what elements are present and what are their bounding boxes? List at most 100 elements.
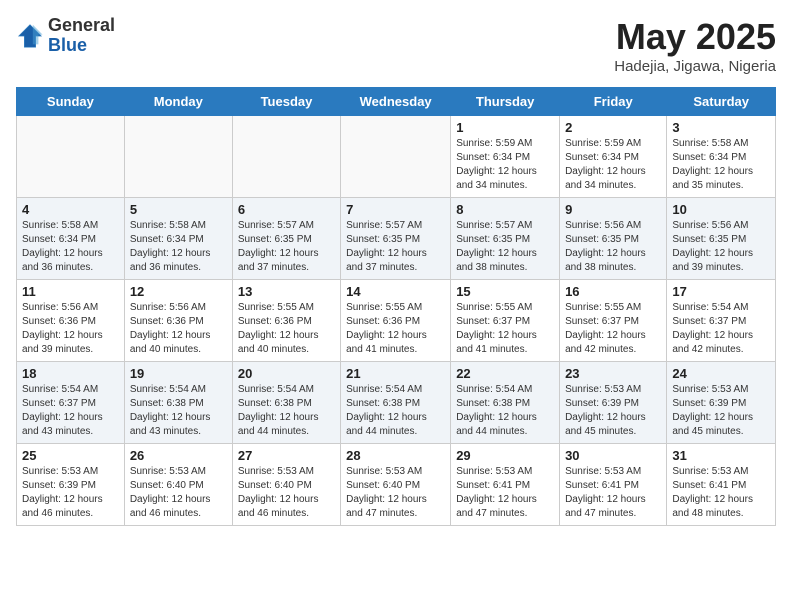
calendar-week-row: 18 Sunrise: 5:54 AM Sunset: 6:37 PM Dayli… bbox=[17, 362, 776, 444]
day-number: 18 bbox=[22, 366, 119, 381]
day-header-saturday: Saturday bbox=[667, 88, 776, 116]
day-number: 26 bbox=[130, 448, 227, 463]
day-header-thursday: Thursday bbox=[451, 88, 560, 116]
calendar-day-cell bbox=[124, 116, 232, 198]
calendar-day-cell: 13 Sunrise: 5:55 AM Sunset: 6:36 PM Dayli… bbox=[232, 280, 340, 362]
day-header-friday: Friday bbox=[560, 88, 667, 116]
logo: General Blue bbox=[16, 16, 115, 56]
day-number: 11 bbox=[22, 284, 119, 299]
day-number: 4 bbox=[22, 202, 119, 217]
day-number: 13 bbox=[238, 284, 335, 299]
day-number: 22 bbox=[456, 366, 554, 381]
calendar-day-cell: 17 Sunrise: 5:54 AM Sunset: 6:37 PM Dayli… bbox=[667, 280, 776, 362]
calendar-day-cell: 25 Sunrise: 5:53 AM Sunset: 6:39 PM Dayli… bbox=[17, 444, 125, 526]
day-info: Sunrise: 5:57 AM Sunset: 6:35 PM Dayligh… bbox=[346, 219, 445, 275]
calendar-day-cell: 19Sunrise: 5:54 AM Sunset: 6:38 PM Dayli… bbox=[124, 362, 232, 444]
page-header: General Blue May 2025 Hadejia, Jigawa, N… bbox=[16, 16, 776, 75]
day-info: Sunrise: 5:55 AM Sunset: 6:37 PM Dayligh… bbox=[565, 301, 661, 357]
day-number: 29 bbox=[456, 448, 554, 463]
day-info: Sunrise: 5:54 AM Sunset: 6:38 PM Dayligh… bbox=[346, 383, 445, 439]
calendar-day-cell: 30 Sunrise: 5:53 AM Sunset: 6:41 PM Dayli… bbox=[560, 444, 667, 526]
calendar-day-cell: 8 Sunrise: 5:57 AM Sunset: 6:35 PM Daylig… bbox=[451, 198, 560, 280]
day-number: 7 bbox=[346, 202, 445, 217]
logo-text: General Blue bbox=[48, 16, 115, 56]
calendar-day-cell: 4Sunrise: 5:58 AM Sunset: 6:34 PM Daylig… bbox=[17, 198, 125, 280]
logo-icon bbox=[16, 22, 44, 50]
day-number: 14 bbox=[346, 284, 445, 299]
calendar-day-cell: 18 Sunrise: 5:54 AM Sunset: 6:37 PM Dayli… bbox=[17, 362, 125, 444]
logo-blue: Blue bbox=[48, 36, 115, 56]
calendar-day-cell: 20Sunrise: 5:54 AM Sunset: 6:38 PM Dayli… bbox=[232, 362, 340, 444]
day-info: Sunrise: 5:57 AM Sunset: 6:35 PM Dayligh… bbox=[456, 219, 554, 275]
calendar-day-cell: 10 Sunrise: 5:56 AM Sunset: 6:35 PM Dayli… bbox=[667, 198, 776, 280]
calendar-day-cell: 24 Sunrise: 5:53 AM Sunset: 6:39 PM Dayli… bbox=[667, 362, 776, 444]
day-info: Sunrise: 5:54 AM Sunset: 6:38 PM Dayligh… bbox=[130, 383, 227, 439]
day-number: 25 bbox=[22, 448, 119, 463]
day-header-tuesday: Tuesday bbox=[232, 88, 340, 116]
calendar-day-cell: 9 Sunrise: 5:56 AM Sunset: 6:35 PM Daylig… bbox=[560, 198, 667, 280]
day-info: Sunrise: 5:55 AM Sunset: 6:37 PM Dayligh… bbox=[456, 301, 554, 357]
day-info: Sunrise: 5:55 AM Sunset: 6:36 PM Dayligh… bbox=[238, 301, 335, 357]
day-info: Sunrise: 5:54 AM Sunset: 6:37 PM Dayligh… bbox=[672, 301, 770, 357]
calendar-day-cell: 2 Sunrise: 5:59 AM Sunset: 6:34 PM Daylig… bbox=[560, 116, 667, 198]
day-info: Sunrise: 5:58 AM Sunset: 6:34 PM Dayligh… bbox=[130, 219, 227, 275]
day-number: 3 bbox=[672, 120, 770, 135]
day-header-monday: Monday bbox=[124, 88, 232, 116]
day-number: 31 bbox=[672, 448, 770, 463]
calendar-day-cell: 21Sunrise: 5:54 AM Sunset: 6:38 PM Dayli… bbox=[341, 362, 451, 444]
day-info: Sunrise: 5:53 AM Sunset: 6:39 PM Dayligh… bbox=[565, 383, 661, 439]
calendar-day-cell: 28 Sunrise: 5:53 AM Sunset: 6:40 PM Dayli… bbox=[341, 444, 451, 526]
day-info: Sunrise: 5:56 AM Sunset: 6:35 PM Dayligh… bbox=[672, 219, 770, 275]
day-info: Sunrise: 5:56 AM Sunset: 6:35 PM Dayligh… bbox=[565, 219, 661, 275]
calendar-day-cell: 15Sunrise: 5:55 AM Sunset: 6:37 PM Dayli… bbox=[451, 280, 560, 362]
title-block: May 2025 Hadejia, Jigawa, Nigeria bbox=[614, 16, 776, 75]
day-number: 24 bbox=[672, 366, 770, 381]
day-number: 5 bbox=[130, 202, 227, 217]
calendar-day-cell: 7 Sunrise: 5:57 AM Sunset: 6:35 PM Daylig… bbox=[341, 198, 451, 280]
day-info: Sunrise: 5:54 AM Sunset: 6:37 PM Dayligh… bbox=[22, 383, 119, 439]
day-number: 30 bbox=[565, 448, 661, 463]
day-info: Sunrise: 5:53 AM Sunset: 6:39 PM Dayligh… bbox=[22, 465, 119, 521]
day-info: Sunrise: 5:57 AM Sunset: 6:35 PM Dayligh… bbox=[238, 219, 335, 275]
calendar-day-cell: 14 Sunrise: 5:55 AM Sunset: 6:36 PM Dayli… bbox=[341, 280, 451, 362]
day-info: Sunrise: 5:59 AM Sunset: 6:34 PM Dayligh… bbox=[565, 137, 661, 193]
calendar-week-row: 11 Sunrise: 5:56 AM Sunset: 6:36 PM Dayli… bbox=[17, 280, 776, 362]
day-info: Sunrise: 5:53 AM Sunset: 6:40 PM Dayligh… bbox=[238, 465, 335, 521]
calendar-day-cell: 27 Sunrise: 5:53 AM Sunset: 6:40 PM Dayli… bbox=[232, 444, 340, 526]
day-info: Sunrise: 5:53 AM Sunset: 6:41 PM Dayligh… bbox=[456, 465, 554, 521]
calendar-day-cell: 11Sunrise: 5:56 AM Sunset: 6:36 PM Dayli… bbox=[17, 280, 125, 362]
day-number: 9 bbox=[565, 202, 661, 217]
day-number: 16 bbox=[565, 284, 661, 299]
day-info: Sunrise: 5:54 AM Sunset: 6:38 PM Dayligh… bbox=[238, 383, 335, 439]
logo-general: General bbox=[48, 16, 115, 36]
calendar-day-cell: 26 Sunrise: 5:53 AM Sunset: 6:40 PM Dayli… bbox=[124, 444, 232, 526]
day-number: 10 bbox=[672, 202, 770, 217]
calendar-day-cell: 23 Sunrise: 5:53 AM Sunset: 6:39 PM Dayli… bbox=[560, 362, 667, 444]
day-number: 8 bbox=[456, 202, 554, 217]
day-info: Sunrise: 5:54 AM Sunset: 6:38 PM Dayligh… bbox=[456, 383, 554, 439]
day-number: 1 bbox=[456, 120, 554, 135]
day-info: Sunrise: 5:59 AM Sunset: 6:34 PM Dayligh… bbox=[456, 137, 554, 193]
calendar-week-row: 25 Sunrise: 5:53 AM Sunset: 6:39 PM Dayli… bbox=[17, 444, 776, 526]
calendar-day-cell: 1 Sunrise: 5:59 AM Sunset: 6:34 PM Daylig… bbox=[451, 116, 560, 198]
calendar-day-cell bbox=[341, 116, 451, 198]
day-info: Sunrise: 5:53 AM Sunset: 6:40 PM Dayligh… bbox=[130, 465, 227, 521]
day-info: Sunrise: 5:53 AM Sunset: 6:40 PM Dayligh… bbox=[346, 465, 445, 521]
day-number: 17 bbox=[672, 284, 770, 299]
day-number: 23 bbox=[565, 366, 661, 381]
day-info: Sunrise: 5:53 AM Sunset: 6:39 PM Dayligh… bbox=[672, 383, 770, 439]
calendar-day-cell bbox=[17, 116, 125, 198]
calendar-day-cell: 31Sunrise: 5:53 AM Sunset: 6:41 PM Dayli… bbox=[667, 444, 776, 526]
calendar-header-row: SundayMondayTuesdayWednesdayThursdayFrid… bbox=[17, 88, 776, 116]
day-number: 2 bbox=[565, 120, 661, 135]
calendar-day-cell: 6Sunrise: 5:57 AM Sunset: 6:35 PM Daylig… bbox=[232, 198, 340, 280]
calendar-day-cell: 22 Sunrise: 5:54 AM Sunset: 6:38 PM Dayli… bbox=[451, 362, 560, 444]
calendar-week-row: 1 Sunrise: 5:59 AM Sunset: 6:34 PM Daylig… bbox=[17, 116, 776, 198]
calendar-table: SundayMondayTuesdayWednesdayThursdayFrid… bbox=[16, 87, 776, 526]
day-number: 28 bbox=[346, 448, 445, 463]
day-info: Sunrise: 5:56 AM Sunset: 6:36 PM Dayligh… bbox=[130, 301, 227, 357]
month-year: May 2025 bbox=[614, 16, 776, 58]
day-info: Sunrise: 5:55 AM Sunset: 6:36 PM Dayligh… bbox=[346, 301, 445, 357]
day-info: Sunrise: 5:53 AM Sunset: 6:41 PM Dayligh… bbox=[565, 465, 661, 521]
day-number: 27 bbox=[238, 448, 335, 463]
